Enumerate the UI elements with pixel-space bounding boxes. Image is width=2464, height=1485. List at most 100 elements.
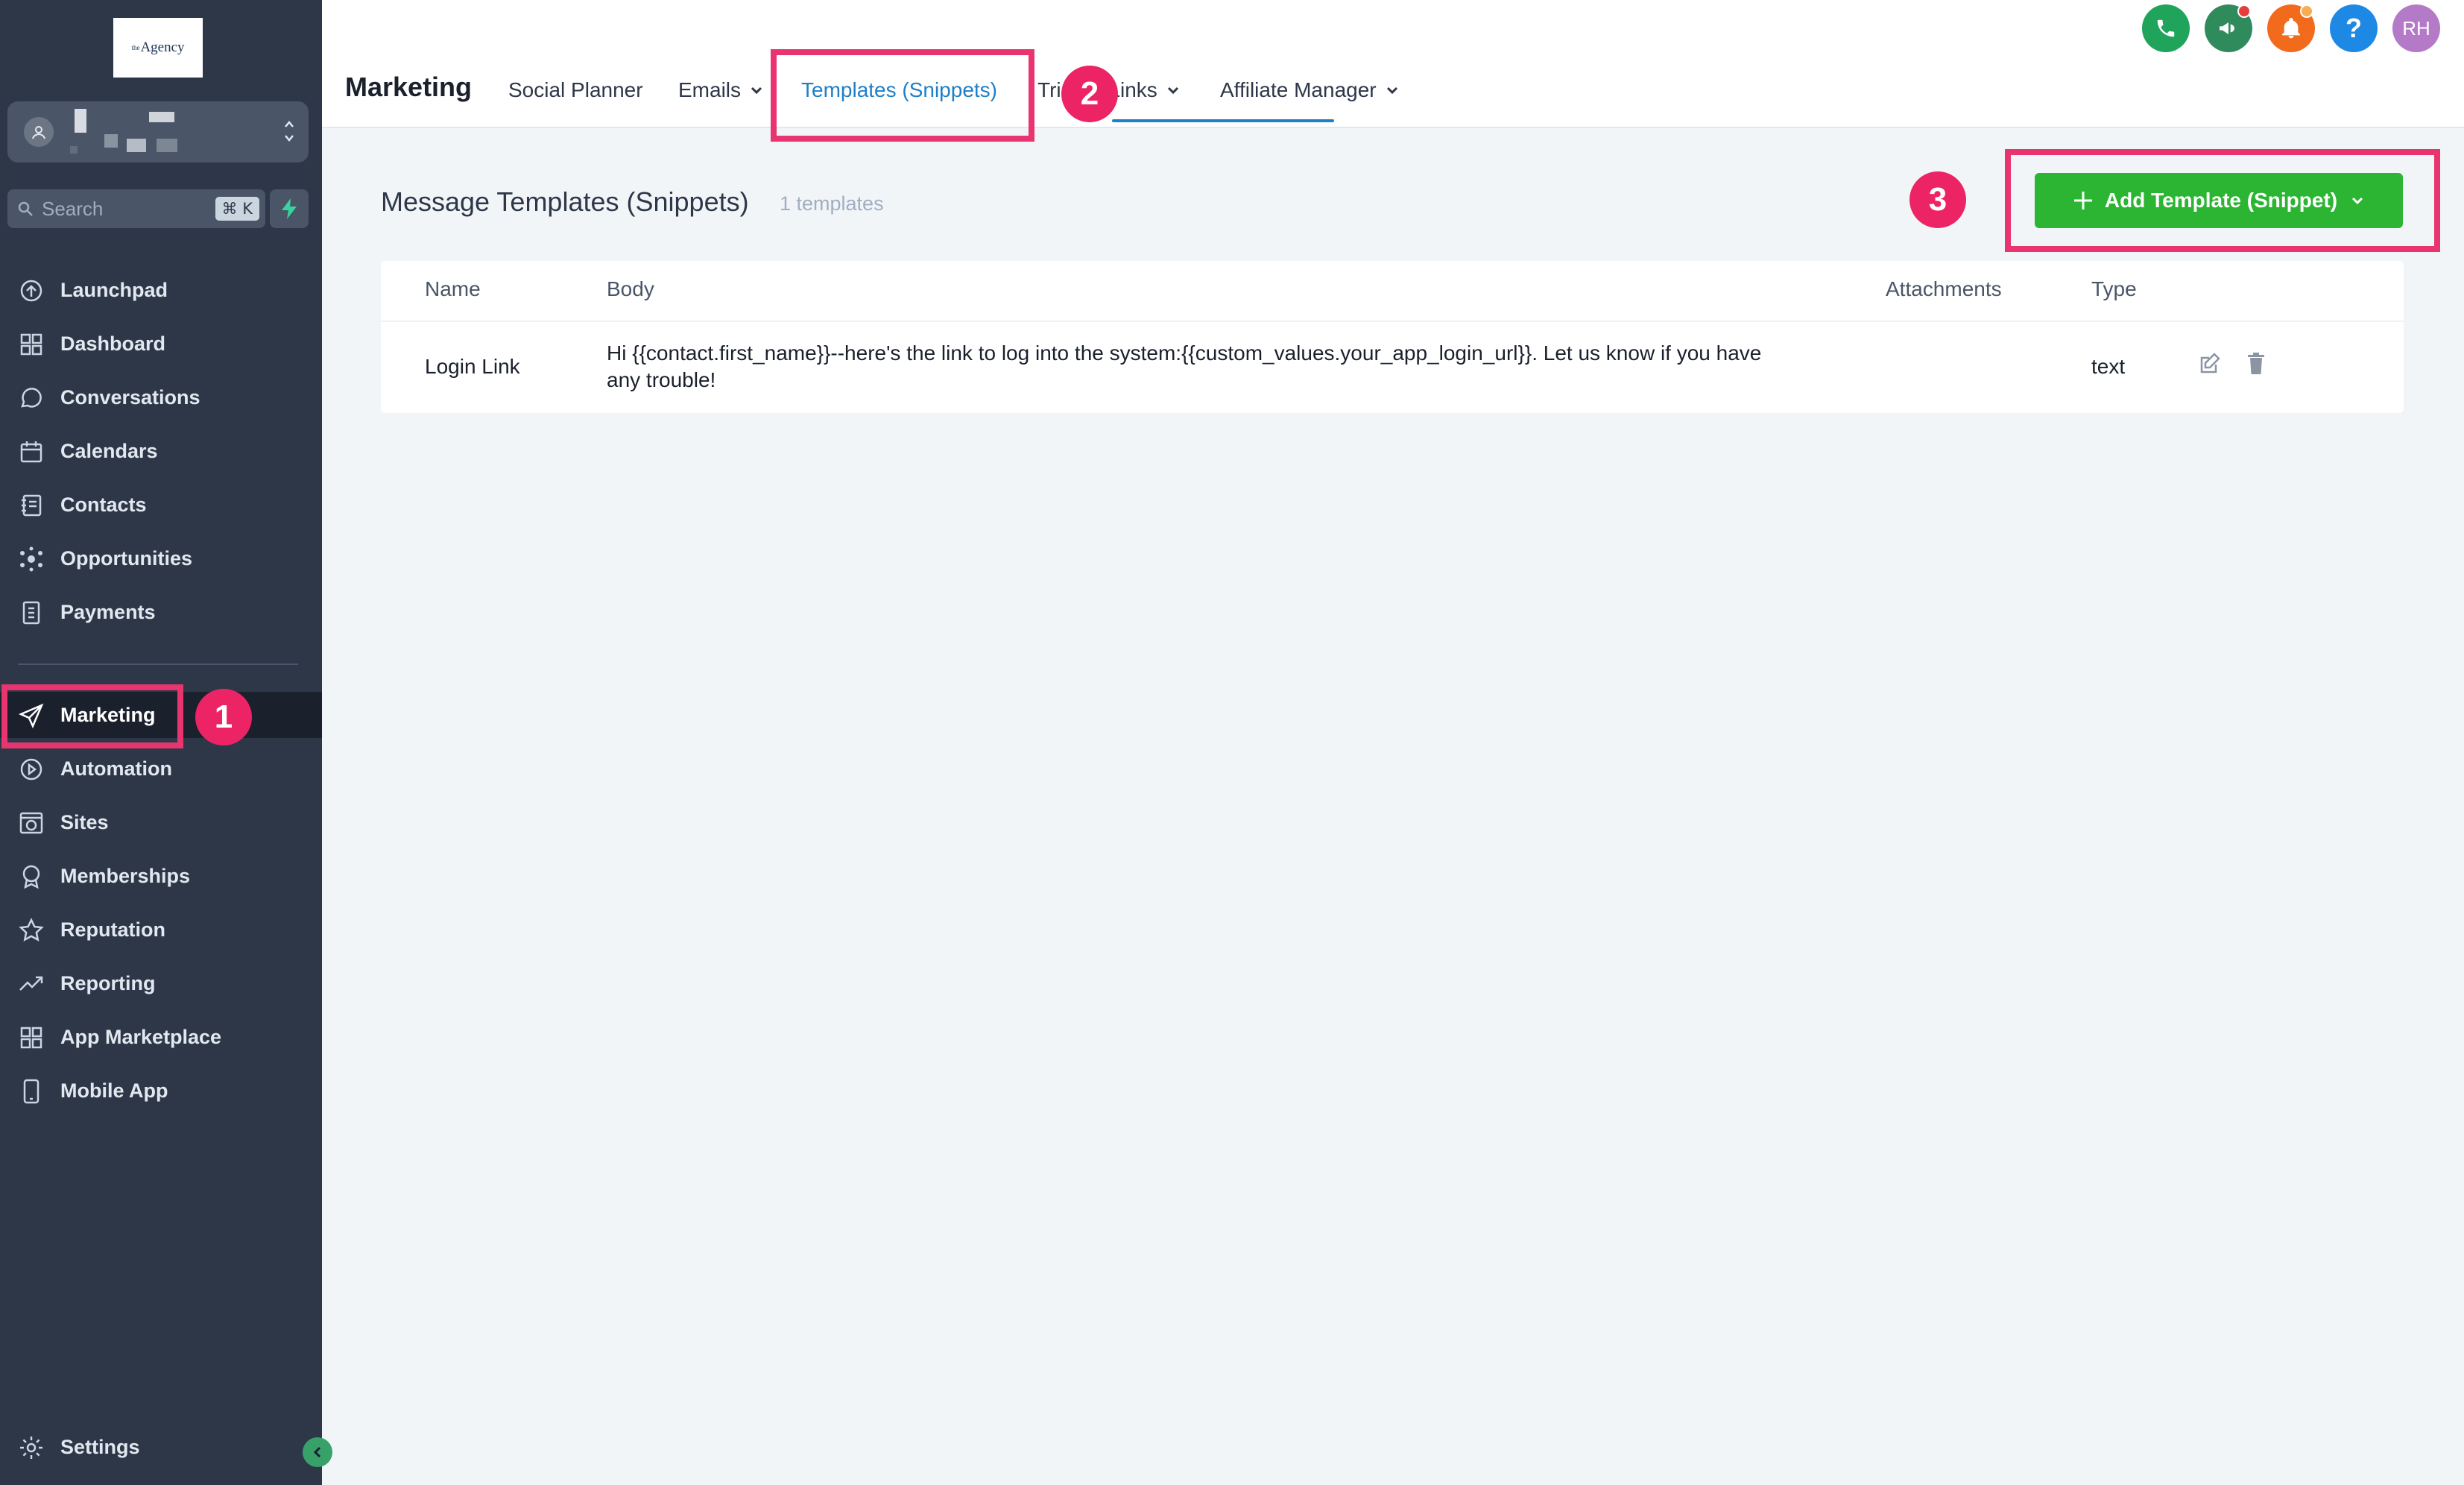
active-tab-indicator bbox=[1112, 119, 1334, 122]
logo-text: Agency bbox=[140, 40, 185, 55]
sidebar-item-marketing[interactable]: Marketing bbox=[0, 692, 322, 738]
edit-icon[interactable] bbox=[2196, 350, 2223, 377]
sidebar-item-sites[interactable]: Sites bbox=[0, 799, 322, 845]
sidebar-item-label: Launchpad bbox=[60, 278, 168, 301]
automation-icon bbox=[20, 758, 42, 781]
notifications-button[interactable] bbox=[2267, 4, 2315, 52]
template-count: 1 templates bbox=[780, 192, 884, 215]
redacted-account-name bbox=[157, 139, 177, 152]
chevron-left-icon bbox=[313, 1446, 321, 1458]
tab-affiliate-manager[interactable]: Affiliate Manager bbox=[1220, 78, 1400, 102]
search-input[interactable]: Search ⌘ K bbox=[7, 189, 265, 228]
column-header-name[interactable]: Name bbox=[425, 277, 481, 301]
tab-label: Social Planner bbox=[508, 78, 643, 101]
notification-dot bbox=[2300, 4, 2313, 18]
sidebar-item-label: App Marketplace bbox=[60, 1025, 222, 1048]
sidebar-item-label: Automation bbox=[60, 757, 172, 780]
sidebar-item-memberships[interactable]: Memberships bbox=[0, 853, 322, 899]
redacted-account-name bbox=[149, 112, 174, 122]
row-name[interactable]: Login Link bbox=[425, 355, 520, 379]
sidebar-item-label: Conversations bbox=[60, 385, 200, 409]
templates-table: Name Body Attachments Type Login Link Hi… bbox=[381, 261, 2404, 413]
sidebar-item-label: Reporting bbox=[60, 971, 156, 994]
step-badge-2: 2 bbox=[1061, 66, 1118, 122]
calendar-icon bbox=[20, 441, 42, 463]
notification-dot bbox=[2237, 4, 2251, 18]
tab-social-planner[interactable]: Social Planner bbox=[508, 78, 643, 102]
sidebar-item-label: Mobile App bbox=[60, 1079, 168, 1102]
sidebar: the Agency Search ⌘ K Launchpad Dashboard… bbox=[0, 0, 322, 1485]
add-template-label: Add Template (Snippet) bbox=[2104, 189, 2338, 212]
row-body: Hi {{contact.first_name}}--here's the li… bbox=[607, 340, 1859, 394]
top-navigation: Marketing Social Planner Emails Template… bbox=[322, 0, 2464, 128]
tab-label: Templates (Snippets) bbox=[801, 78, 998, 101]
search-shortcut: ⌘ K bbox=[215, 197, 259, 221]
sidebar-item-payments[interactable]: Payments bbox=[0, 589, 322, 635]
lightning-icon bbox=[282, 198, 297, 219]
phone-button[interactable] bbox=[2142, 4, 2190, 52]
tab-templates-snippets[interactable]: Templates (Snippets) bbox=[801, 78, 997, 102]
sidebar-divider bbox=[18, 663, 298, 665]
sidebar-item-opportunities[interactable]: Opportunities bbox=[0, 535, 322, 581]
column-header-attachments[interactable]: Attachments bbox=[1886, 277, 2002, 301]
sidebar-item-label: Dashboard bbox=[60, 332, 166, 355]
plus-icon bbox=[2073, 192, 2092, 209]
chevron-down-icon bbox=[751, 86, 762, 95]
sidebar-item-app-marketplace[interactable]: App Marketplace bbox=[0, 1014, 322, 1060]
user-avatar[interactable]: RH bbox=[2392, 4, 2440, 52]
bell-icon bbox=[2282, 18, 2300, 39]
apps-icon bbox=[20, 1027, 42, 1049]
collapse-sidebar-button[interactable] bbox=[303, 1437, 332, 1467]
sidebar-item-label: Settings bbox=[60, 1435, 140, 1458]
question-mark-icon: ? bbox=[2345, 13, 2362, 43]
search-placeholder: Search bbox=[42, 197, 104, 220]
network-icon bbox=[20, 546, 42, 572]
chevron-down-icon bbox=[1167, 86, 1178, 95]
sidebar-item-conversations[interactable]: Conversations bbox=[0, 374, 322, 420]
sidebar-item-settings[interactable]: Settings bbox=[0, 1424, 322, 1470]
sidebar-item-label: Opportunities bbox=[60, 546, 192, 570]
redacted-account-name bbox=[127, 139, 146, 152]
sidebar-item-reputation[interactable]: Reputation bbox=[0, 907, 322, 953]
sidebar-item-dashboard[interactable]: Dashboard bbox=[0, 321, 322, 367]
sidebar-item-label: Memberships bbox=[60, 864, 191, 887]
step-badge-1: 1 bbox=[195, 689, 252, 745]
phone-icon bbox=[2157, 19, 2175, 37]
column-header-type[interactable]: Type bbox=[2091, 277, 2137, 301]
phone-device-icon bbox=[23, 1079, 40, 1104]
sidebar-item-label: Sites bbox=[60, 810, 109, 833]
tab-emails[interactable]: Emails bbox=[678, 78, 765, 102]
chevron-down-icon bbox=[2352, 197, 2363, 205]
tab-label: Emails bbox=[678, 78, 742, 101]
redacted-account-name bbox=[70, 146, 78, 154]
gear-icon bbox=[20, 1437, 42, 1459]
sidebar-item-label: Calendars bbox=[60, 439, 158, 462]
user-icon bbox=[24, 117, 54, 147]
step-badge-3: 3 bbox=[1909, 171, 1966, 228]
announcements-button[interactable] bbox=[2205, 4, 2252, 52]
agency-logo[interactable]: the Agency bbox=[113, 18, 203, 78]
chevron-up-down-icon bbox=[285, 121, 294, 142]
column-header-body[interactable]: Body bbox=[607, 277, 654, 301]
sidebar-item-reporting[interactable]: Reporting bbox=[0, 960, 322, 1006]
quick-actions-button[interactable] bbox=[270, 189, 309, 228]
help-button[interactable]: ? bbox=[2330, 4, 2378, 52]
logo-prefix: the bbox=[131, 44, 140, 51]
receipt-icon bbox=[22, 601, 40, 625]
launchpad-icon bbox=[20, 280, 42, 302]
sidebar-item-launchpad[interactable]: Launchpad bbox=[0, 267, 322, 313]
row-body-line: any trouble! bbox=[607, 368, 716, 391]
sidebar-item-calendars[interactable]: Calendars bbox=[0, 428, 322, 474]
sidebar-item-label: Contacts bbox=[60, 493, 147, 516]
sidebar-item-mobile-app[interactable]: Mobile App bbox=[0, 1068, 322, 1114]
account-switcher[interactable] bbox=[7, 101, 309, 163]
add-template-button[interactable]: Add Template (Snippet) bbox=[2035, 173, 2403, 228]
sidebar-item-automation[interactable]: Automation bbox=[0, 745, 322, 792]
contacts-book-icon bbox=[22, 494, 42, 517]
redacted-account-name bbox=[75, 109, 86, 133]
avatar-initials: RH bbox=[2402, 16, 2430, 40]
delete-icon[interactable] bbox=[2243, 350, 2269, 377]
chevron-down-icon bbox=[1386, 86, 1397, 95]
sidebar-item-contacts[interactable]: Contacts bbox=[0, 482, 322, 528]
tab-label: Affiliate Manager bbox=[1220, 78, 1377, 101]
